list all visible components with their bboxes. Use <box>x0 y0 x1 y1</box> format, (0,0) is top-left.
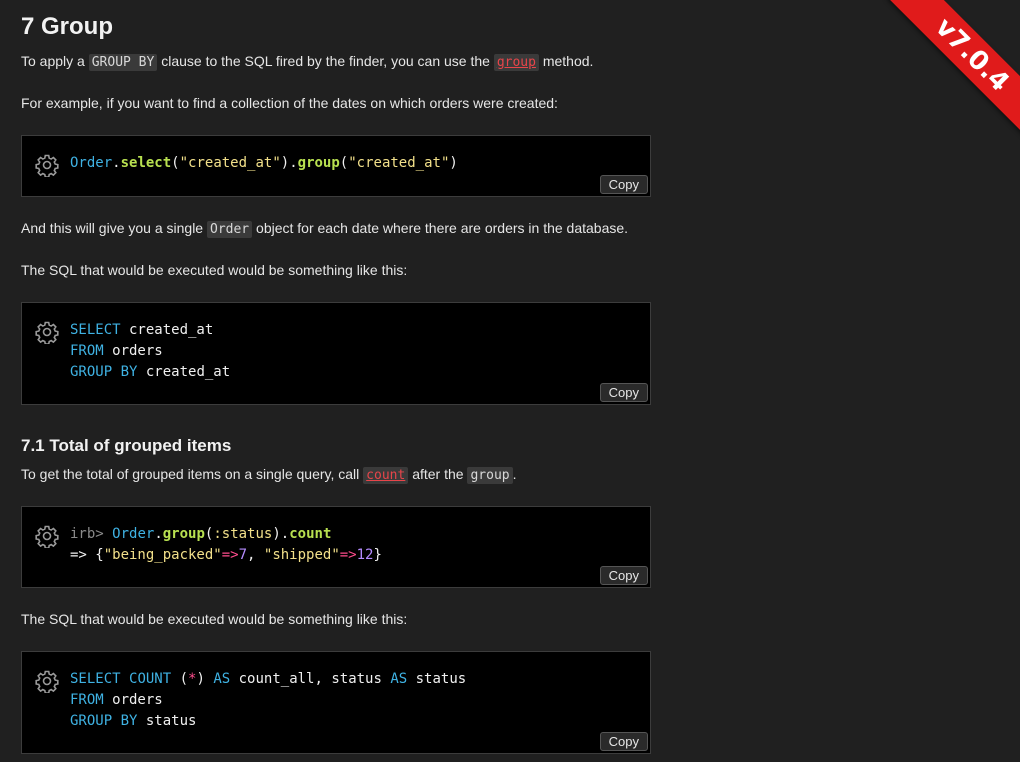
subsection-title: 7.1 Total of grouped items <box>21 436 232 455</box>
gear-icon[interactable] <box>35 524 59 548</box>
section-title: 7 Group <box>21 13 114 40</box>
single-object-text: And this will give you a single Order ob… <box>21 220 629 238</box>
code-text: SELECT created_at FROM orders GROUP BY c… <box>70 322 231 380</box>
count-method-link[interactable]: count <box>363 467 409 484</box>
sql-intro-text: The SQL that would be executed would be … <box>21 262 408 278</box>
gear-icon[interactable] <box>35 669 59 693</box>
copy-button[interactable]: Copy <box>599 383 648 402</box>
version-ribbon: v7.0.4 <box>880 0 1020 140</box>
group-method-link[interactable]: group <box>493 54 539 71</box>
subsection-intro: To get the total of grouped items on a s… <box>21 466 517 484</box>
gear-icon[interactable] <box>35 153 59 177</box>
inline-code: group <box>467 467 513 484</box>
copy-button[interactable]: Copy <box>599 566 648 585</box>
code-block-irb: irb> Order.group(:status).count => {"bei… <box>21 506 651 588</box>
example-text: For example, if you want to find a colle… <box>21 95 558 111</box>
code-block-sql-count: SELECT COUNT (*) AS count_all, status AS… <box>21 651 651 754</box>
inline-code: Order <box>207 221 253 238</box>
version-badge: v7.0.4 <box>887 0 1020 140</box>
sql-intro-text-2: The SQL that would be executed would be … <box>21 611 408 627</box>
inline-code: GROUP BY <box>88 54 158 71</box>
gear-icon[interactable] <box>35 320 59 344</box>
copy-button[interactable]: Copy <box>599 732 648 751</box>
section-intro: To apply a GROUP BY clause to the SQL fi… <box>21 53 594 71</box>
code-block-sql: SELECT created_at FROM orders GROUP BY c… <box>21 302 651 405</box>
code-text: SELECT COUNT (*) AS count_all, status AS… <box>70 671 467 729</box>
code-text: Order.select("created_at").group("create… <box>70 155 458 171</box>
code-block-ruby: Order.select("created_at").group("create… <box>21 135 651 197</box>
code-text: irb> Order.group(:status).count => {"bei… <box>70 526 382 563</box>
copy-button[interactable]: Copy <box>599 175 648 194</box>
